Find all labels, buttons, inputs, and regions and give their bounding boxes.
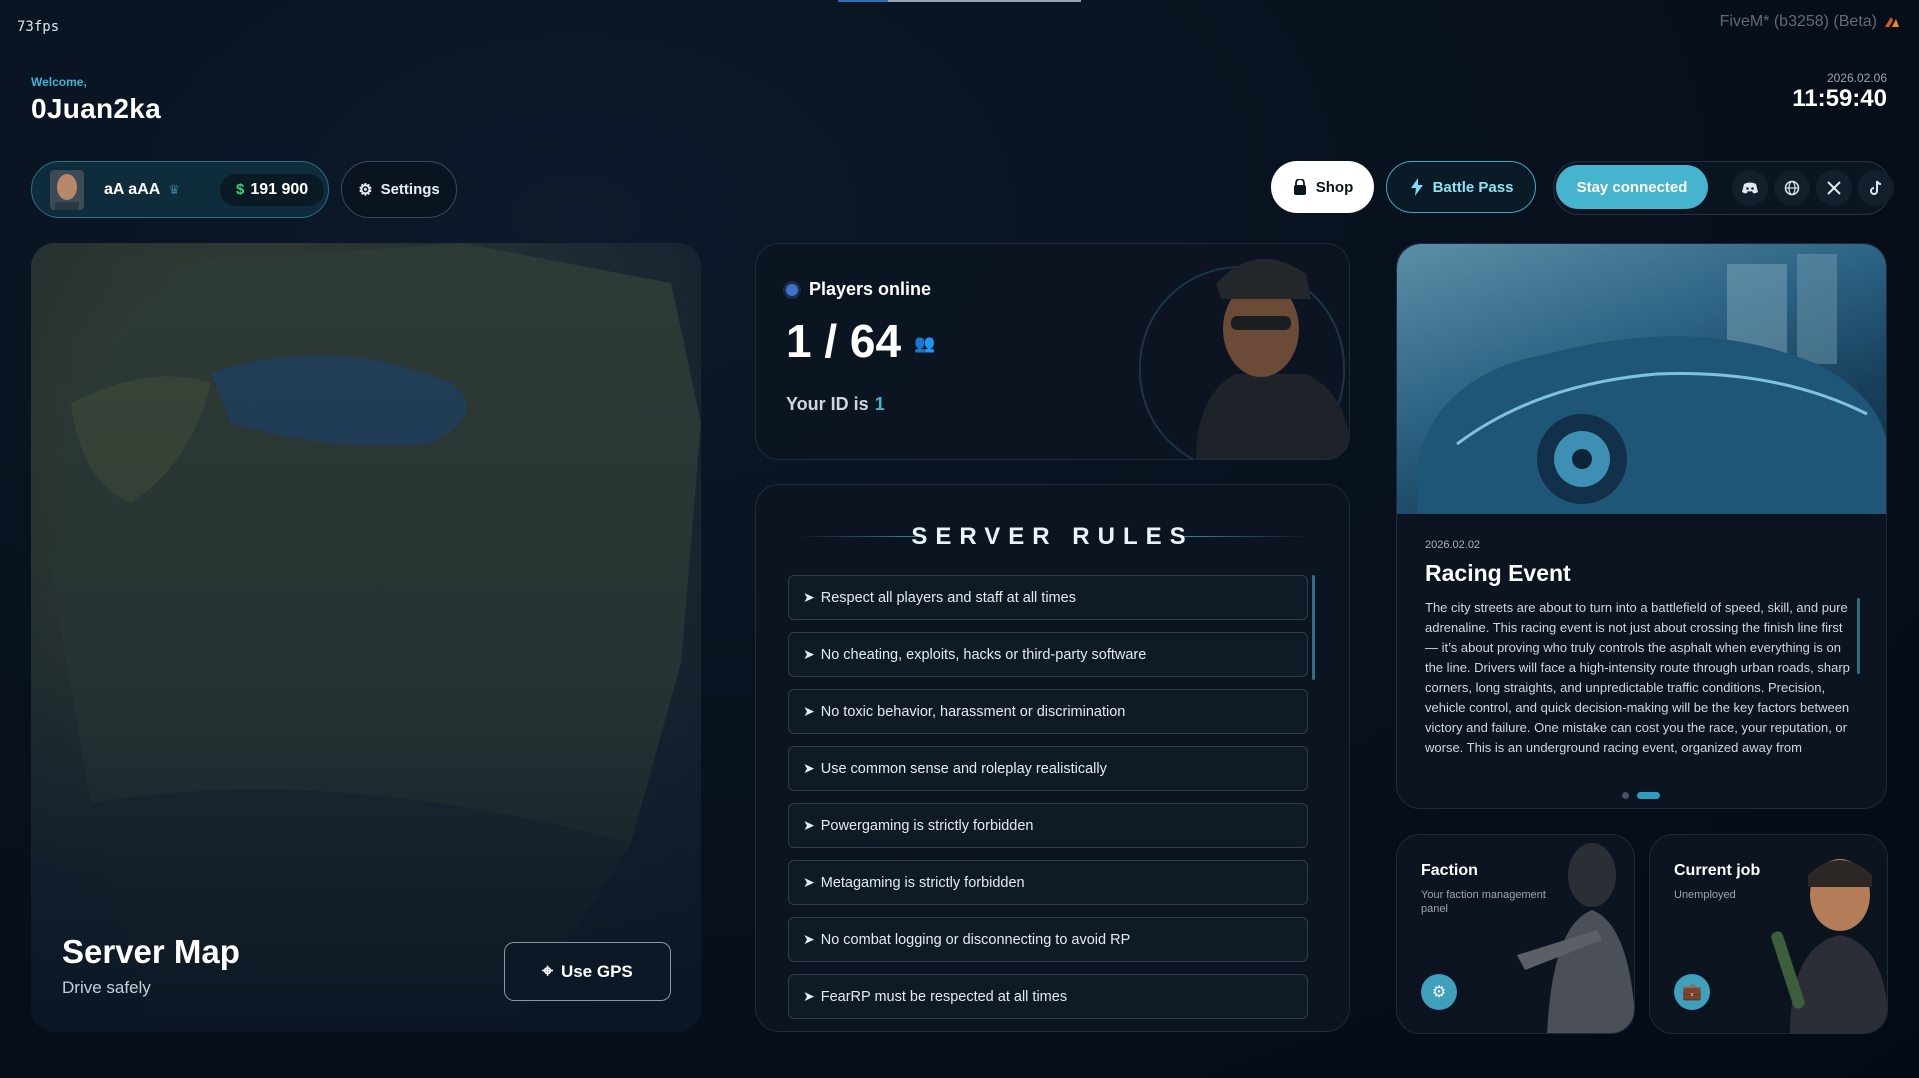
rule-item: ➤ Metagaming is strictly forbidden xyxy=(788,860,1308,905)
gear-icon: ⚙ xyxy=(1431,984,1447,1001)
players-online-card: Players online 1 / 64 👥 Your ID is 1 xyxy=(755,243,1350,460)
username: 0Juan2ka xyxy=(31,93,162,124)
rule-item: ➤ No combat logging or disconnecting to a… xyxy=(788,917,1308,962)
welcome-label: Welcome, xyxy=(31,75,87,89)
money-badge: $ 191 900 xyxy=(219,173,325,206)
faction-subtitle: Your faction management panel xyxy=(1421,889,1546,915)
arrow-icon: ➤ xyxy=(803,817,815,833)
gps-label: Use GPS xyxy=(560,961,633,981)
settings-button[interactable]: ⚙ Settings xyxy=(341,161,457,218)
crosshair-icon: ⌖ xyxy=(542,960,553,982)
event-title: Racing Event xyxy=(1425,560,1571,586)
job-briefcase-button[interactable]: 💼 xyxy=(1674,974,1710,1010)
rule-text: No toxic behavior, harassment or discrim… xyxy=(820,703,1126,720)
arrow-icon: ➤ xyxy=(803,760,815,776)
rule-text: Powergaming is strictly forbidden xyxy=(820,817,1034,834)
rule-text: Respect all players and staff at all tim… xyxy=(820,589,1076,606)
rules-title: SERVER RULES xyxy=(911,523,1194,550)
fps-counter: 73fps xyxy=(17,19,60,35)
your-id-label: Your ID is xyxy=(786,394,869,414)
event-date: 2026.02.02 xyxy=(1425,539,1481,551)
map-image xyxy=(31,243,701,1032)
job-subtitle: Unemployed xyxy=(1674,889,1736,901)
rules-list[interactable]: ➤ Respect all players and staff at all ti… xyxy=(788,575,1308,1031)
arrow-icon: ➤ xyxy=(803,589,815,605)
event-scrollbar[interactable] xyxy=(1857,598,1860,674)
x-icon[interactable] xyxy=(1816,170,1852,206)
current-date: 2026.02.06 xyxy=(1826,71,1887,85)
rule-text: Metagaming is strictly forbidden xyxy=(820,874,1025,891)
battle-pass-button[interactable]: Battle Pass xyxy=(1386,161,1536,213)
arrow-icon: ➤ xyxy=(803,703,815,719)
rule-item: ➤ FearRP must be respected at all times xyxy=(788,974,1308,1019)
map-subtitle: Drive safely xyxy=(62,978,151,997)
event-description[interactable]: The city streets are about to turn into … xyxy=(1425,598,1855,774)
players-online-label: Players online xyxy=(809,279,932,299)
your-id: Your ID is 1 xyxy=(786,394,885,415)
profile-pill[interactable]: aA aAA ♛ $ 191 900 xyxy=(31,161,329,218)
arrow-icon: ➤ xyxy=(803,874,815,890)
faction-character xyxy=(1517,843,1634,1033)
rule-item: ➤ Powergaming is strictly forbidden xyxy=(788,803,1308,848)
players-count: 1 / 64 xyxy=(786,315,902,367)
lightning-icon xyxy=(1410,178,1423,196)
rule-item: ➤ No cheating, exploits, hacks or third-p… xyxy=(788,632,1308,677)
rule-item: ➤ Respect all players and staff at all ti… xyxy=(788,575,1308,620)
globe-icon[interactable] xyxy=(1774,170,1810,206)
build-label: FiveM* (b3258) (Beta) xyxy=(1719,13,1877,30)
discord-icon[interactable] xyxy=(1732,170,1768,206)
gear-icon: ⚙ xyxy=(358,181,373,199)
rule-text: No combat logging or disconnecting to av… xyxy=(820,931,1131,948)
rules-scrollbar[interactable] xyxy=(1312,575,1315,680)
stay-connected-button[interactable]: Stay connected xyxy=(1556,165,1708,209)
profile-name: aA aAA xyxy=(104,180,161,198)
map-title: Server Map xyxy=(62,933,240,970)
event-image xyxy=(1397,244,1886,514)
crown-icon: ♛ xyxy=(168,181,180,197)
faction-settings-button[interactable]: ⚙ xyxy=(1421,974,1457,1010)
faction-title: Faction xyxy=(1421,862,1478,879)
tiktok-icon[interactable] xyxy=(1858,170,1894,206)
rule-item: ➤ No toxic behavior, harassment or discri… xyxy=(788,689,1308,734)
loading-bar-fill xyxy=(838,0,888,2)
faction-card: Faction Your faction management panel ⚙ xyxy=(1396,834,1635,1034)
fivem-logo-icon xyxy=(1885,17,1899,27)
current-time: 11:59:40 xyxy=(1792,85,1887,112)
rule-text: Use common sense and roleplay realistica… xyxy=(820,760,1107,777)
server-rules-card: SERVER RULES ➤ Respect all players and st… xyxy=(755,484,1350,1032)
rule-text: No cheating, exploits, hacks or third-pa… xyxy=(820,646,1147,663)
money-amount: 191 900 xyxy=(250,180,309,198)
server-map-card[interactable]: Server Map Drive safely ⌖ Use GPS xyxy=(31,243,701,1032)
avatar xyxy=(50,169,84,210)
event-card: 2026.02.02 Racing Event The city streets… xyxy=(1396,243,1887,809)
settings-label: Settings xyxy=(380,181,440,198)
dollar-icon: $ xyxy=(235,181,245,198)
rule-item: ➤ Use common sense and roleplay realistic… xyxy=(788,746,1308,791)
arrow-icon: ➤ xyxy=(803,646,815,662)
shopping-bag-icon xyxy=(1293,178,1306,195)
battle-pass-label: Battle Pass xyxy=(1432,178,1514,196)
arrow-icon: ➤ xyxy=(803,988,815,1004)
carousel-dot[interactable] xyxy=(1622,792,1629,799)
people-icon: 👥 xyxy=(914,334,936,353)
your-id-value: 1 xyxy=(874,394,885,414)
shop-button[interactable]: Shop xyxy=(1271,161,1374,213)
arrow-icon: ➤ xyxy=(803,931,815,947)
job-character xyxy=(1771,859,1887,1033)
carousel-dot-active[interactable] xyxy=(1637,792,1660,799)
rule-text: FearRP must be respected at all times xyxy=(820,988,1068,1005)
briefcase-icon: 💼 xyxy=(1682,984,1702,1001)
shop-label: Shop xyxy=(1315,178,1354,196)
current-job-card: Current job Unemployed 💼 xyxy=(1649,834,1888,1034)
job-title: Current job xyxy=(1674,862,1761,879)
use-gps-button[interactable]: ⌖ Use GPS xyxy=(504,942,671,1001)
social-bar: Stay connected xyxy=(1553,161,1894,215)
character-portrait xyxy=(1196,258,1349,459)
online-indicator xyxy=(786,284,798,296)
